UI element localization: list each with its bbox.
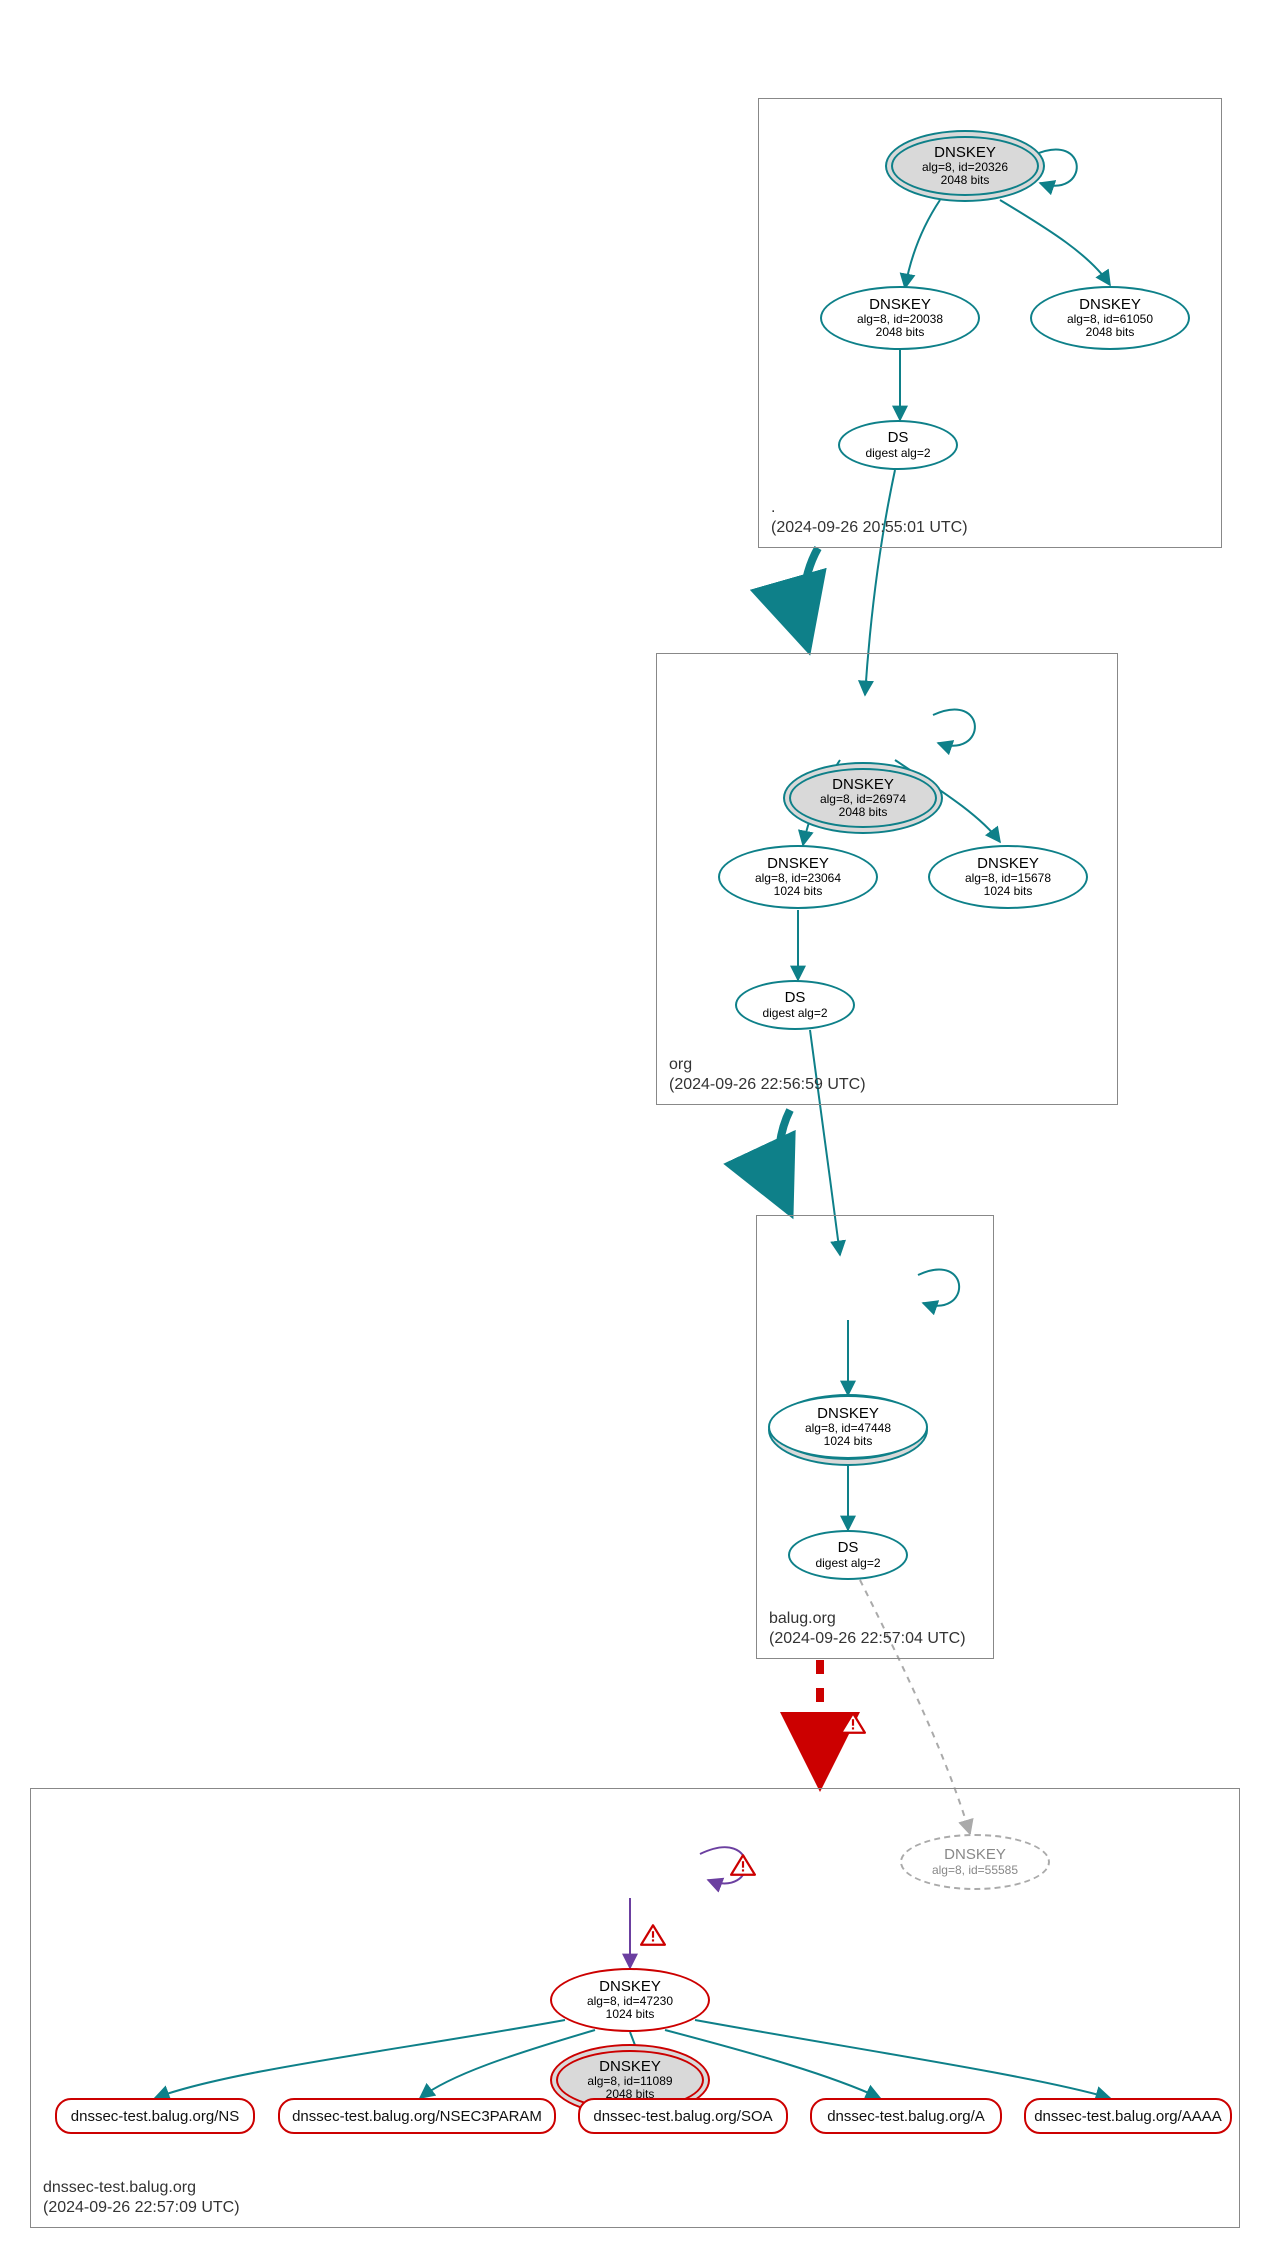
- node-balug-k1-title: DNSKEY: [817, 1406, 879, 1423]
- node-balug-k1-bits: 1024 bits: [824, 1435, 873, 1448]
- rr-soa-label: dnssec-test.balug.org/SOA: [593, 2108, 772, 2125]
- rr-ns-label: dnssec-test.balug.org/NS: [71, 2108, 239, 2125]
- node-root-ds-sub: digest alg=2: [865, 447, 930, 460]
- rr-nsec3param: dnssec-test.balug.org/NSEC3PARAM: [278, 2098, 556, 2134]
- zone-test-label: dnssec-test.balug.org: [43, 2178, 196, 2197]
- node-balug-ds: DS digest alg=2: [788, 1530, 908, 1580]
- node-balug-ds-sub: digest alg=2: [815, 1557, 880, 1570]
- node-root-k2-bits: 2048 bits: [1086, 326, 1135, 339]
- node-test-k1-bits: 1024 bits: [606, 2008, 655, 2021]
- rr-soa: dnssec-test.balug.org/SOA: [578, 2098, 788, 2134]
- node-test-grey: DNSKEY alg=8, id=55585: [900, 1834, 1050, 1890]
- rr-a-label: dnssec-test.balug.org/A: [827, 2108, 985, 2125]
- node-org-ds-title: DS: [785, 990, 806, 1007]
- zone-root-ts: (2024-09-26 20:55:01 UTC): [771, 518, 968, 537]
- node-org-ds: DS digest alg=2: [735, 980, 855, 1030]
- node-balug-ds-title: DS: [838, 1540, 859, 1557]
- node-org-k1: DNSKEY alg=8, id=23064 1024 bits: [718, 845, 878, 909]
- node-test-k1-title: DNSKEY: [599, 1979, 661, 1996]
- rr-n3p-label: dnssec-test.balug.org/NSEC3PARAM: [292, 2108, 542, 2125]
- node-org-k2-bits: 1024 bits: [984, 885, 1033, 898]
- node-test-k1: DNSKEY alg=8, id=47230 1024 bits: [550, 1968, 710, 2032]
- zone-org-label: org: [669, 1055, 692, 1074]
- node-org-k2-title: DNSKEY: [977, 856, 1039, 873]
- zone-balug-label: balug.org: [769, 1609, 836, 1628]
- node-root-k2: DNSKEY alg=8, id=61050 2048 bits: [1030, 286, 1190, 350]
- node-root-k2-title: DNSKEY: [1079, 297, 1141, 314]
- rr-aaaa-label: dnssec-test.balug.org/AAAA: [1034, 2108, 1222, 2125]
- node-org-k1-bits: 1024 bits: [774, 885, 823, 898]
- node-org-ksk: DNSKEY alg=8, id=26974 2048 bits: [783, 762, 943, 834]
- node-test-grey-title: DNSKEY: [944, 1847, 1006, 1864]
- rr-a: dnssec-test.balug.org/A: [810, 2098, 1002, 2134]
- node-org-ds-sub: digest alg=2: [762, 1007, 827, 1020]
- node-root-k1: DNSKEY alg=8, id=20038 2048 bits: [820, 286, 980, 350]
- zone-root-label: .: [771, 498, 775, 517]
- node-root-ds: DS digest alg=2: [838, 420, 958, 470]
- node-root-ksk: DNSKEY alg=8, id=20326 2048 bits: [885, 130, 1045, 202]
- node-test-grey-sub: alg=8, id=55585: [932, 1864, 1018, 1877]
- node-balug-k1: DNSKEY alg=8, id=47448 1024 bits: [768, 1395, 928, 1459]
- zone-org-ts: (2024-09-26 22:56:59 UTC): [669, 1075, 866, 1094]
- rr-ns: dnssec-test.balug.org/NS: [55, 2098, 255, 2134]
- rr-aaaa: dnssec-test.balug.org/AAAA: [1024, 2098, 1232, 2134]
- node-root-k1-title: DNSKEY: [869, 297, 931, 314]
- node-org-k1-title: DNSKEY: [767, 856, 829, 873]
- node-org-k2: DNSKEY alg=8, id=15678 1024 bits: [928, 845, 1088, 909]
- node-root-k1-bits: 2048 bits: [876, 326, 925, 339]
- zone-balug-ts: (2024-09-26 22:57:04 UTC): [769, 1629, 966, 1648]
- zone-test-ts: (2024-09-26 22:57:09 UTC): [43, 2198, 240, 2217]
- node-root-ds-title: DS: [888, 430, 909, 447]
